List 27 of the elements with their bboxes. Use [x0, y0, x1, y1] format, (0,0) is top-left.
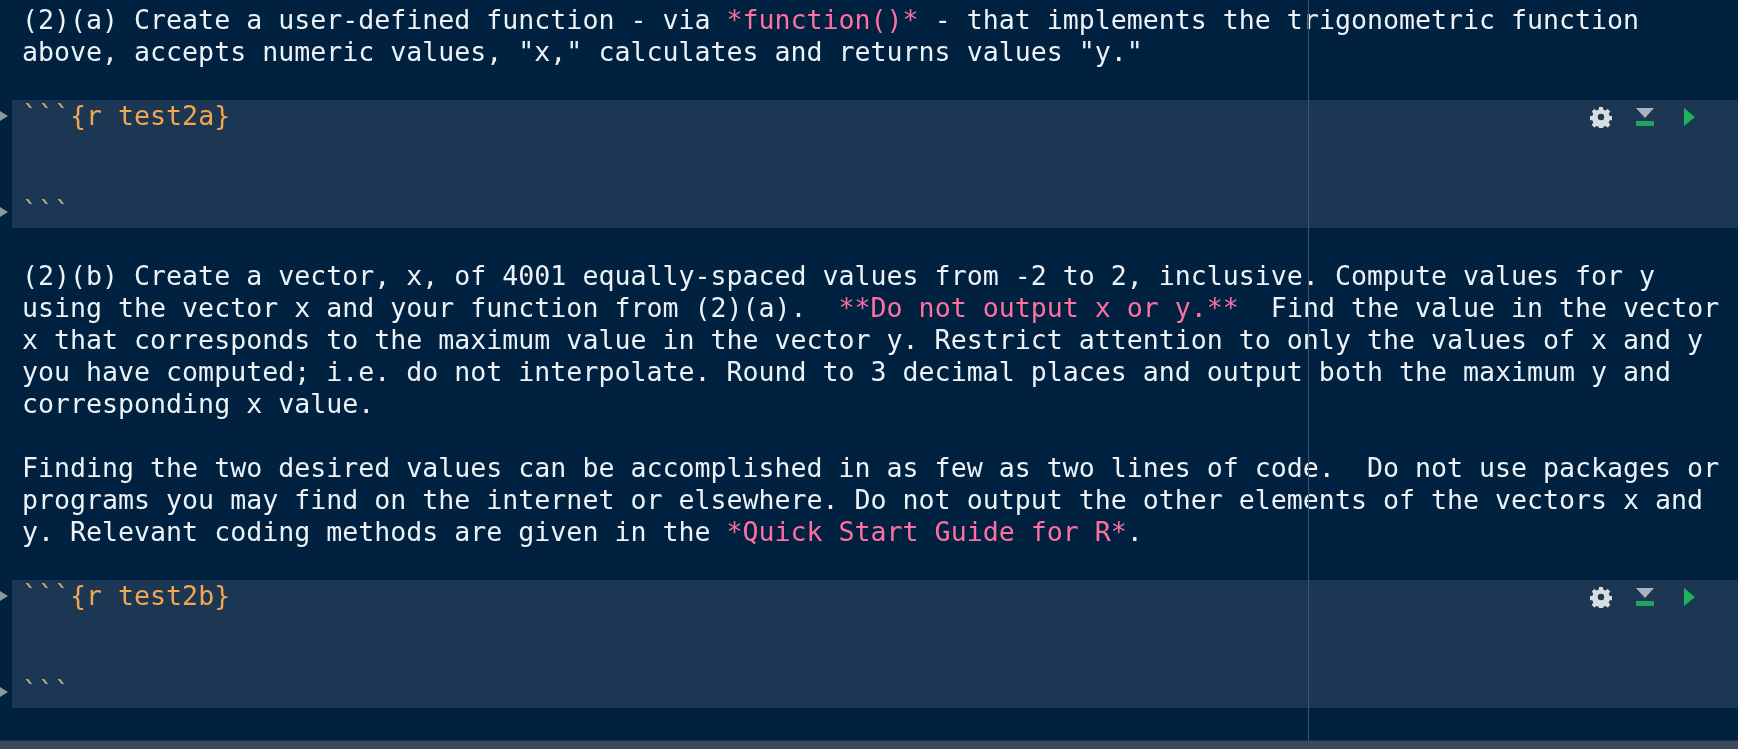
- text-line: you have computed; i.e. do not interpolate. Round to 3 decimal places and output both the maximum y and: [21, 356, 1672, 388]
- chunk-header: ```{r test2b}: [21, 580, 231, 612]
- chunk-settings-button[interactable]: [1588, 584, 1614, 610]
- text-line: y. Relevant coding methods are given in the *Quick Start Guide for R*.: [21, 516, 1143, 548]
- run-icon: [1682, 587, 1696, 607]
- text-line: x that corresponds to the maximum value in the vector y. Restrict attention to only the values of x and y: [21, 324, 1704, 356]
- chunk-footer: ```: [12, 196, 71, 228]
- text-line: (2)(b) Create a vector, x, of 4001 equally-spaced values from -2 to 2, inclusive. Compute values for y: [21, 260, 1656, 292]
- horizontal-scrollbar[interactable]: [0, 740, 1738, 749]
- text-line: (2)(a) Create a user-defined function - via *function()* - that implements the trigonometric function: [21, 4, 1640, 36]
- run-above-icon: [1634, 587, 1656, 607]
- settings-icon: [1590, 106, 1612, 128]
- chunk-footer: ```: [12, 676, 71, 708]
- run-icon: [1682, 107, 1696, 127]
- fold-icon[interactable]: [0, 205, 8, 219]
- chunk-settings-button[interactable]: [1588, 104, 1614, 130]
- fold-icon[interactable]: [0, 589, 8, 603]
- text-line: corresponding x value.: [21, 388, 375, 420]
- settings-icon: [1590, 586, 1612, 608]
- chunk-header: ```{r test2a}: [21, 100, 231, 132]
- fold-icon[interactable]: [0, 109, 8, 123]
- run-above-icon: [1634, 107, 1656, 127]
- text-line: Finding the two desired values can be accomplished in as few as two lines of code. Do not use packages or: [21, 452, 1720, 484]
- text-line: above, accepts numeric values, "x," calculates and returns values "y.": [21, 36, 1143, 68]
- fold-icon[interactable]: [0, 685, 8, 699]
- text-line: using the vector x and your function from (2)(a). **Do not output x or y.** Find the value in the vector: [21, 292, 1720, 324]
- text-line: programs you may find on the internet or elsewhere. Do not output the other elements of the vectors x and: [21, 484, 1704, 516]
